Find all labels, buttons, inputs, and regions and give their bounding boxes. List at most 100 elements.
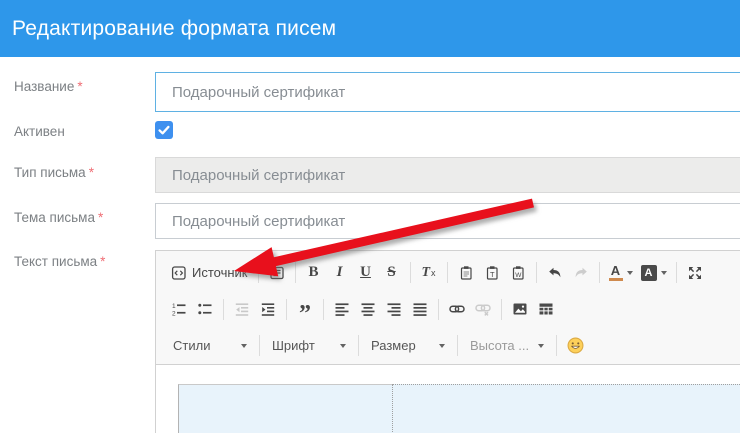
size-dropdown[interactable]: Размер <box>364 333 452 359</box>
name-input[interactable] <box>155 72 740 112</box>
table-icon <box>538 301 554 317</box>
paste-button[interactable] <box>453 260 479 286</box>
smiley-icon <box>567 337 584 354</box>
underline-button[interactable]: U <box>353 260 379 286</box>
editor-toolbar: Источник B I U S Tx <box>156 251 740 365</box>
toolbar-separator <box>536 262 537 283</box>
paste-icon <box>458 265 474 281</box>
undo-button[interactable] <box>542 260 568 286</box>
toolbar-separator <box>323 299 324 320</box>
chevron-down-icon <box>340 344 346 348</box>
toolbar-separator <box>599 262 600 283</box>
blockquote-icon: ” <box>299 299 311 319</box>
chevron-down-icon <box>627 271 633 275</box>
required-asterisk: * <box>77 79 82 94</box>
numbered-list-button[interactable]: 1 2 <box>166 296 192 322</box>
toolbar-row-3: Стили Шрифт Размер Высота ... <box>156 327 740 364</box>
source-button-label: Источник <box>192 265 248 280</box>
bullet-list-icon <box>197 301 213 317</box>
toolbar-separator <box>556 335 557 356</box>
link-icon <box>449 301 465 317</box>
toolbar-separator <box>295 262 296 283</box>
unlink-icon <box>475 301 491 317</box>
toolbar-separator <box>286 299 287 320</box>
insert-image-button[interactable] <box>507 296 533 322</box>
name-field-label: Название* <box>14 79 83 94</box>
paste-text-icon: T <box>484 265 500 281</box>
strikethrough-button[interactable]: S <box>379 260 405 286</box>
link-button[interactable] <box>444 296 470 322</box>
line-height-dropdown[interactable]: Высота ... <box>463 333 551 359</box>
bold-button[interactable]: B <box>301 260 327 286</box>
toolbar-separator <box>358 335 359 356</box>
outdent-icon <box>234 301 250 317</box>
letter-type-field: Подарочный сертификат <box>155 157 740 193</box>
align-left-button[interactable] <box>329 296 355 322</box>
text-color-button[interactable]: A <box>605 260 637 286</box>
toolbar-row-1: Источник B I U S Tx <box>156 251 740 291</box>
redo-icon <box>573 265 589 281</box>
required-asterisk: * <box>98 210 103 225</box>
blockquote-button[interactable]: ” <box>292 296 318 322</box>
redo-button[interactable] <box>568 260 594 286</box>
svg-text:W: W <box>515 271 522 278</box>
align-right-icon <box>386 301 402 317</box>
align-right-button[interactable] <box>381 296 407 322</box>
source-button[interactable]: Источник <box>166 260 253 286</box>
toolbar-row-2: 1 2 <box>156 291 740 327</box>
subject-input[interactable] <box>155 203 740 239</box>
active-checkbox[interactable] <box>155 121 173 139</box>
justify-icon <box>412 301 428 317</box>
editor-table-cell-left[interactable] <box>178 384 392 433</box>
font-dropdown[interactable]: Шрифт <box>265 333 353 359</box>
editor-table-cell-right[interactable] <box>392 384 740 433</box>
body-field-label: Текст письма* <box>14 254 105 269</box>
insert-table-button[interactable] <box>533 296 559 322</box>
check-icon <box>157 123 171 137</box>
active-field-label: Активен <box>14 124 65 139</box>
italic-button[interactable]: I <box>327 260 353 286</box>
bullet-list-button[interactable] <box>192 296 218 322</box>
background-color-button[interactable]: A <box>637 260 671 286</box>
maximize-button[interactable] <box>682 260 708 286</box>
paste-word-icon: W <box>510 265 526 281</box>
toolbar-separator <box>447 262 448 283</box>
editor-content[interactable] <box>156 365 740 433</box>
image-icon <box>512 301 528 317</box>
required-asterisk: * <box>89 165 94 180</box>
paste-plain-text-button[interactable]: T <box>479 260 505 286</box>
align-center-button[interactable] <box>355 296 381 322</box>
styles-dropdown[interactable]: Стили <box>166 333 254 359</box>
toolbar-separator <box>501 299 502 320</box>
type-field-label: Тип письма* <box>14 165 94 180</box>
chevron-down-icon <box>661 271 667 275</box>
paste-from-word-button[interactable]: W <box>505 260 531 286</box>
toolbar-separator <box>457 335 458 356</box>
outdent-button[interactable] <box>229 296 255 322</box>
svg-text:T: T <box>490 269 495 278</box>
toolbar-separator <box>676 262 677 283</box>
subject-field-label: Тема письма* <box>14 210 103 225</box>
align-left-icon <box>334 301 350 317</box>
svg-text:1: 1 <box>172 303 176 310</box>
svg-text:2: 2 <box>172 311 176 318</box>
templates-button[interactable] <box>264 260 290 286</box>
text-color-icon: A <box>609 265 623 281</box>
toolbar-separator <box>223 299 224 320</box>
page-title: Редактирование формата писем <box>12 17 336 41</box>
toolbar-separator <box>410 262 411 283</box>
numbered-list-icon: 1 2 <box>171 301 187 317</box>
editor-content-table <box>178 384 740 433</box>
remove-format-button[interactable]: Tx <box>416 260 442 286</box>
toolbar-separator <box>438 299 439 320</box>
align-center-icon <box>360 301 376 317</box>
rich-text-editor: Источник B I U S Tx <box>155 250 740 433</box>
chevron-down-icon <box>241 344 247 348</box>
source-icon <box>171 265 187 281</box>
smiley-button[interactable] <box>562 333 588 359</box>
indent-button[interactable] <box>255 296 281 322</box>
justify-button[interactable] <box>407 296 433 322</box>
chevron-down-icon <box>439 344 445 348</box>
maximize-icon <box>687 265 703 281</box>
unlink-button[interactable] <box>470 296 496 322</box>
